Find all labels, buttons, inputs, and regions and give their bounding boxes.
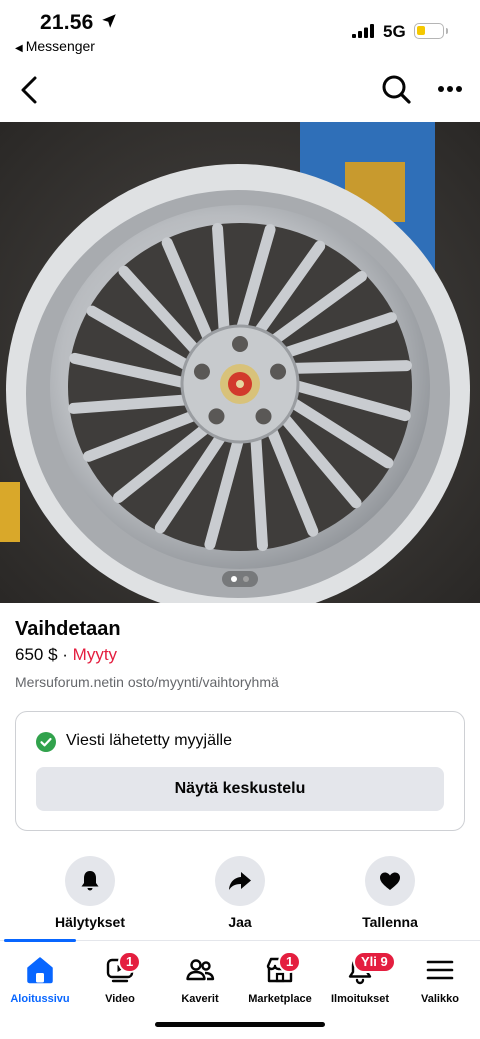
back-to-app-link[interactable]: ◀ Messenger xyxy=(15,38,95,54)
tab-video[interactable]: 1 Video xyxy=(80,951,160,1005)
home-indicator xyxy=(155,1022,325,1027)
home-icon xyxy=(27,957,53,984)
tab-marketplace[interactable]: 1 Marketplace xyxy=(240,951,320,1005)
save-button[interactable] xyxy=(365,856,415,906)
heart-icon xyxy=(380,872,400,890)
view-conversation-button[interactable]: Näytä keskustelu xyxy=(36,767,444,811)
listing-title: Vaihdetaan xyxy=(15,618,121,640)
more-options-icon[interactable] xyxy=(436,75,464,103)
friends-icon xyxy=(186,959,215,981)
check-circle-icon xyxy=(36,732,56,752)
header-nav xyxy=(0,60,480,122)
tab-friends-label: Kaverit xyxy=(181,993,219,1005)
listing-price: 650 $ xyxy=(15,645,58,664)
alerts-action[interactable]: Hälytykset xyxy=(30,856,150,930)
share-icon xyxy=(229,872,251,890)
back-app-label: Messenger xyxy=(25,38,95,54)
sold-status: Myyty xyxy=(72,645,118,664)
bell-icon xyxy=(81,871,99,891)
location-arrow-icon xyxy=(102,14,116,28)
photo-pagination[interactable] xyxy=(222,571,258,587)
save-action[interactable]: Tallenna xyxy=(330,856,450,930)
tab-notifications[interactable]: Yli 9 Ilmoitukset xyxy=(320,951,400,1005)
photo-dot xyxy=(243,576,249,582)
alerts-button[interactable] xyxy=(65,856,115,906)
share-label: Jaa xyxy=(228,914,252,930)
menu-icon xyxy=(426,960,454,980)
back-triangle-icon: ◀ xyxy=(15,43,23,54)
status-time: 21.56 xyxy=(40,11,94,34)
back-arrow-icon[interactable] xyxy=(14,72,46,108)
photo-dot-active xyxy=(231,576,237,582)
message-sent-card: Viesti lähetetty myyjälle Näytä keskuste… xyxy=(15,711,465,831)
tab-home-label: Aloitussivu xyxy=(10,993,70,1005)
battery-level xyxy=(417,26,425,35)
message-sent-text: Viesti lähetetty myyjälle xyxy=(66,732,232,749)
active-tab-indicator xyxy=(4,939,76,942)
alerts-label: Hälytykset xyxy=(54,914,126,930)
share-action[interactable]: Jaa xyxy=(180,856,300,930)
marketplace-badge: 1 xyxy=(278,951,302,973)
tab-home[interactable]: Aloitussivu xyxy=(0,955,80,1005)
tab-notifications-label: Ilmoitukset xyxy=(330,993,390,1005)
price-separator: · xyxy=(57,645,73,664)
price-row: 650 $ · Myyty xyxy=(15,645,117,665)
search-icon[interactable] xyxy=(380,73,412,105)
tab-menu-label: Valikko xyxy=(421,993,459,1005)
listing-group-link[interactable]: Mersuforum.netin osto/myynti/vaihtoryhmä xyxy=(15,674,279,690)
notifications-badge: Yli 9 xyxy=(353,951,396,973)
battery-icon xyxy=(414,23,444,39)
tab-marketplace-label: Marketplace xyxy=(248,993,312,1005)
save-label: Tallenna xyxy=(362,914,418,930)
video-badge: 1 xyxy=(118,951,142,973)
tab-menu[interactable]: Valikko xyxy=(400,955,480,1005)
cell-signal-icon xyxy=(352,24,374,38)
tab-video-label: Video xyxy=(105,993,135,1005)
tab-friends[interactable]: Kaverit xyxy=(160,955,240,1005)
share-button[interactable] xyxy=(215,856,265,906)
battery-cap xyxy=(446,28,448,34)
status-bar: 21.56 ◀ Messenger 5G xyxy=(0,0,480,60)
listing-photo[interactable] xyxy=(0,122,480,603)
network-type: 5G xyxy=(383,22,406,41)
wheel-rim-image xyxy=(0,122,480,603)
